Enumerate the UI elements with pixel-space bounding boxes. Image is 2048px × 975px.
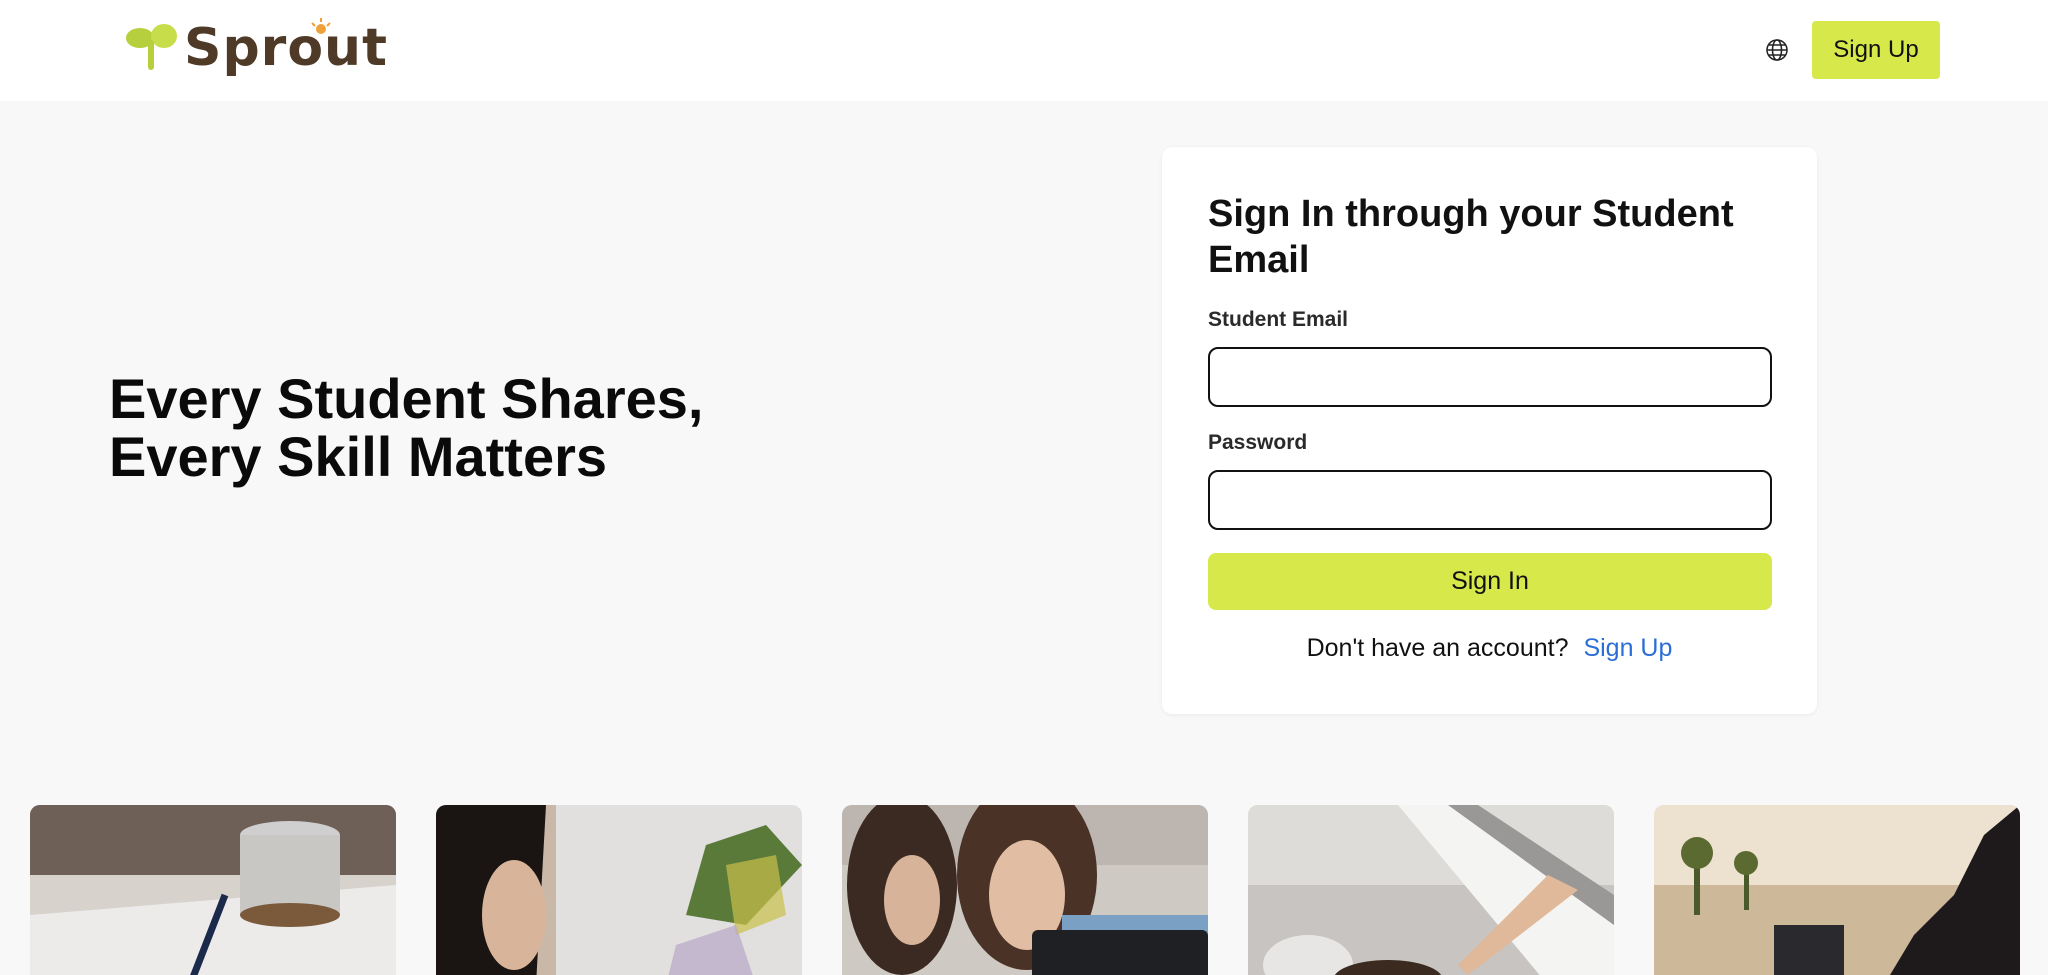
student-email-input[interactable] xyxy=(1208,347,1772,407)
hero-title-line1: Every Student Shares, xyxy=(109,367,704,430)
top-header: Sprout Sign Up xyxy=(0,0,2048,101)
header-signup-button[interactable]: Sign Up xyxy=(1812,21,1940,79)
signin-card: Sign In through your Student Email Stude… xyxy=(1162,147,1817,714)
hero-title-line2: Every Skill Matters xyxy=(109,425,608,488)
hero-title: Every Student Shares, Every Skill Matter… xyxy=(109,370,809,486)
signup-link[interactable]: Sign Up xyxy=(1583,634,1672,662)
password-input[interactable] xyxy=(1208,470,1772,530)
logo-text: Sprout xyxy=(184,18,388,78)
sprout-logo[interactable]: Sprout xyxy=(126,18,387,82)
signin-button[interactable]: Sign In xyxy=(1208,553,1772,610)
sun-icon xyxy=(311,18,331,34)
outdoor-laptop-photo xyxy=(1654,805,2020,975)
student-painting-photo xyxy=(436,805,802,975)
globe-icon[interactable] xyxy=(1765,38,1789,62)
cooking-window-photo xyxy=(1248,805,1614,975)
signup-prompt: Don't have an account? Sign Up xyxy=(1162,634,1817,663)
sprout-leaf-icon xyxy=(126,24,177,70)
students-laptop-photo xyxy=(842,805,1208,975)
desk-coffee-photo xyxy=(30,805,396,975)
password-label: Password xyxy=(1208,431,1308,454)
signin-card-title: Sign In through your Student Email xyxy=(1208,193,1734,281)
no-account-text: Don't have an account? xyxy=(1306,634,1569,662)
email-label: Student Email xyxy=(1208,308,1349,331)
